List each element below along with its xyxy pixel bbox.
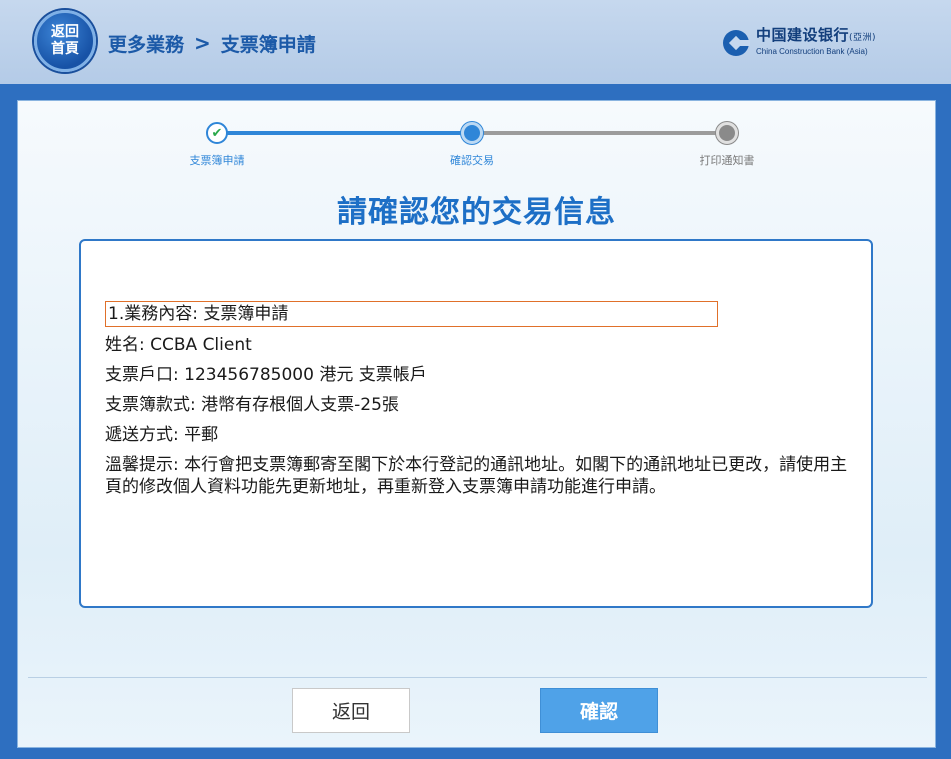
step-connector-pending: [476, 131, 730, 135]
check-icon: ✔: [206, 122, 228, 144]
bank-logo: 中国建设银行(亞洲) China Construction Bank (Asia…: [722, 26, 876, 60]
bank-name-cn-text: 中国建设银行: [756, 25, 850, 44]
progress-stepper: ✔ 支票簿申請 確認交易 打印通知書: [18, 101, 935, 181]
confirm-button[interactable]: 確認: [540, 688, 658, 733]
back-button[interactable]: 返回: [292, 688, 410, 733]
detail-delivery: 遞送方式: 平郵: [105, 425, 219, 445]
home-button-label-2: 首頁: [51, 41, 79, 57]
detail-chequebook-type: 支票簿款式: 港幣有存根個人支票-25張: [105, 395, 399, 415]
transaction-details: 1.業務內容: 支票簿申請 姓名: CCBA Client 支票戶口: 1234…: [105, 301, 855, 497]
step-pending-dot: [716, 122, 738, 144]
page-title: 請確認您的交易信息: [337, 195, 616, 230]
bank-name-en: China Construction Bank (Asia): [756, 46, 868, 56]
breadcrumb: 更多業務 > 支票簿申請: [108, 30, 316, 56]
detail-name: 姓名: CCBA Client: [105, 335, 252, 355]
home-button-label-1: 返回: [51, 24, 79, 40]
header-bar: 返回 首頁 更多業務 > 支票簿申請 中国建设银行(亞洲) China Cons…: [0, 0, 951, 84]
step-label-print: 打印通知書: [699, 154, 755, 167]
step-label-apply: 支票簿申請: [189, 154, 245, 167]
breadcrumb-current: 支票簿申請: [220, 33, 316, 56]
bank-logo-icon: [723, 30, 750, 56]
bank-name-cn: 中国建设银行(亞洲): [756, 25, 877, 45]
step-connector-done: [216, 131, 474, 135]
breadcrumb-parent[interactable]: 更多業務: [108, 30, 184, 57]
step-label-confirm: 確認交易: [450, 154, 494, 167]
chevron-right-icon: >: [194, 31, 211, 55]
main-panel: ✔ 支票簿申請 確認交易 打印通知書 請確認您的交易信息 1.業務內容: 支票簿…: [17, 100, 936, 748]
detail-business: 1.業務內容: 支票簿申請: [105, 301, 718, 327]
step-current-dot: [461, 122, 483, 144]
bank-name-suffix: (亞洲): [849, 32, 877, 43]
detail-account: 支票戶口: 123456785000 港元 支票帳戶: [105, 365, 427, 385]
detail-notice: 溫馨提示: 本行會把支票簿郵寄至閣下於本行登記的通訊地址。如閣下的通訊地址已更改…: [105, 455, 848, 497]
transaction-details-box: 1.業務內容: 支票簿申請 姓名: CCBA Client 支票戶口: 1234…: [79, 239, 873, 608]
home-button[interactable]: 返回 首頁: [34, 10, 96, 72]
footer-divider: [28, 677, 927, 678]
